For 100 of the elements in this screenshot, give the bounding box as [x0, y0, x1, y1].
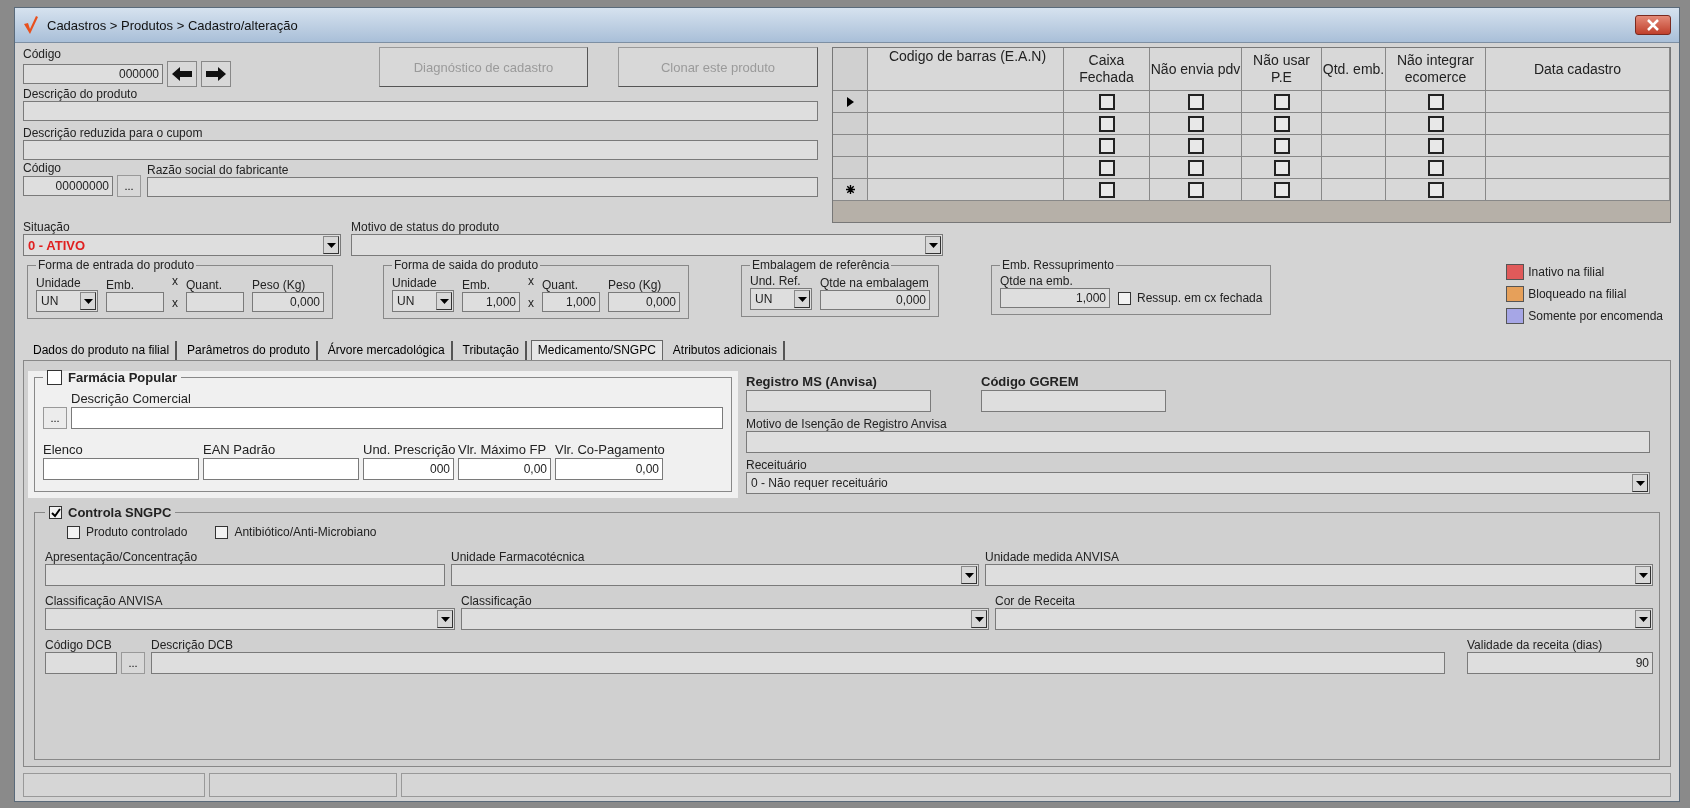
checkbox[interactable] — [1273, 93, 1290, 110]
text-field[interactable]: 000 — [363, 458, 454, 480]
checkbox[interactable] — [1187, 137, 1204, 154]
field-label: EAN Padrão — [203, 441, 277, 458]
group-title: Forma de entrada do produto — [37, 258, 196, 272]
arrow-left-icon — [171, 66, 193, 82]
prescription-dropdown[interactable]: 0 - Não requer receituário — [746, 472, 1650, 494]
caret-icon — [1638, 572, 1648, 578]
number-field[interactable]: 90 — [1467, 652, 1653, 674]
code-field[interactable]: 00000000 — [23, 176, 113, 196]
checkbox[interactable] — [1118, 291, 1131, 305]
text-field[interactable] — [151, 652, 1445, 674]
text-field[interactable]: 0,00 — [555, 458, 663, 480]
checkbox[interactable] — [1187, 181, 1204, 198]
dropdown[interactable] — [45, 608, 455, 630]
checkbox[interactable] — [1098, 115, 1115, 132]
checkbox[interactable] — [1427, 93, 1444, 110]
caret-icon — [964, 572, 974, 578]
unit-dropdown[interactable]: UN — [36, 290, 98, 312]
checkbox[interactable] — [1098, 159, 1115, 176]
field-label: Qtde na emb. — [1000, 274, 1074, 288]
checkbox[interactable] — [1098, 137, 1115, 154]
checkbox[interactable] — [1427, 159, 1444, 176]
field-label: Und. Prescrição — [363, 441, 454, 458]
check-logo-icon — [23, 15, 39, 35]
checkbox[interactable] — [1273, 159, 1290, 176]
field-label: Classificação ANVISA — [45, 594, 164, 608]
number-field[interactable]: 0,000 — [608, 292, 680, 312]
text-field[interactable] — [746, 390, 931, 412]
field-label: Descrição reduzida para o cupom — [23, 126, 204, 140]
lookup-button[interactable]: ... — [43, 407, 67, 429]
field-label: Motivo de Isenção de Registro Anvisa — [746, 417, 948, 431]
status-dropdown[interactable]: 0 - ATIVO — [23, 234, 341, 256]
field-label: Receituário — [746, 458, 808, 472]
text-field[interactable] — [981, 390, 1166, 412]
field-label: Código — [23, 161, 63, 175]
field-label: Cor de Receita — [995, 594, 1077, 608]
checkbox[interactable] — [1427, 115, 1444, 132]
text-field[interactable] — [23, 140, 818, 160]
caret-icon — [83, 298, 93, 304]
previous-button[interactable] — [167, 61, 197, 87]
next-button[interactable] — [201, 61, 231, 87]
tab[interactable]: Medicamento/SNGPC — [530, 340, 663, 360]
checkbox[interactable] — [1098, 181, 1115, 198]
number-field[interactable] — [186, 292, 244, 312]
dropdown[interactable] — [985, 564, 1653, 586]
checkbox[interactable] — [1273, 181, 1290, 198]
number-field[interactable]: 0,000 — [820, 290, 930, 310]
checkbox[interactable] — [1187, 115, 1204, 132]
number-field[interactable]: 1,000 — [462, 292, 520, 312]
dropdown[interactable] — [995, 608, 1653, 630]
field-label: Unidade — [36, 276, 82, 290]
text-field[interactable] — [71, 407, 723, 429]
text-field[interactable] — [147, 177, 818, 197]
unit-dropdown[interactable]: UN — [392, 290, 454, 312]
number-field[interactable]: 1,000 — [1000, 288, 1110, 308]
group-title: Forma de saida do produto — [393, 258, 540, 272]
field-label: Situação — [23, 220, 71, 234]
text-field[interactable]: 0,00 — [458, 458, 551, 480]
arrow-right-icon — [205, 66, 227, 82]
field-label: Classificação — [461, 594, 533, 608]
checkbox[interactable] — [1187, 159, 1204, 176]
checkbox[interactable] — [1273, 137, 1290, 154]
checkbox[interactable] — [1098, 93, 1115, 110]
text-field[interactable] — [23, 101, 818, 121]
checkbox[interactable] — [67, 525, 80, 539]
field-label: Descrição do produto — [23, 87, 139, 101]
field-label: Unidade — [392, 276, 438, 290]
unit-dropdown[interactable]: UN — [750, 288, 812, 310]
lookup-button[interactable]: ... — [121, 652, 145, 674]
checkbox[interactable] — [1187, 93, 1204, 110]
dropdown[interactable] — [461, 608, 989, 630]
checkbox[interactable] — [47, 370, 62, 385]
text-field[interactable] — [746, 431, 1650, 453]
checkbox[interactable] — [49, 506, 62, 519]
row-header[interactable] — [833, 91, 868, 112]
checkbox[interactable] — [1427, 181, 1444, 198]
row-header[interactable] — [833, 179, 868, 200]
field-label: Peso (Kg) — [608, 278, 663, 292]
dropdown[interactable] — [451, 564, 979, 586]
group-title: Farmácia Popular — [68, 369, 178, 386]
checkbox[interactable] — [1427, 137, 1444, 154]
text-field[interactable] — [43, 458, 199, 480]
checkbox[interactable] — [1273, 115, 1290, 132]
column-header: Data cadastro — [1486, 48, 1670, 90]
text-field[interactable] — [45, 564, 445, 586]
code-field[interactable]: 000000 — [23, 64, 163, 84]
dropdown[interactable] — [351, 234, 943, 256]
field-label: Vlr. Máximo FP — [458, 441, 548, 458]
caret-icon — [1635, 480, 1645, 486]
close-button[interactable] — [1635, 15, 1671, 35]
checkbox[interactable] — [215, 525, 229, 539]
lookup-button[interactable]: ... — [117, 175, 141, 197]
text-field[interactable] — [203, 458, 359, 480]
number-field[interactable]: 0,000 — [252, 292, 324, 312]
legend-label: Bloqueado na filial — [1528, 287, 1627, 301]
text-field[interactable] — [45, 652, 117, 674]
number-field[interactable]: 1,000 — [542, 292, 600, 312]
number-field[interactable] — [106, 292, 164, 312]
field-label: Und. Ref. — [750, 274, 802, 288]
